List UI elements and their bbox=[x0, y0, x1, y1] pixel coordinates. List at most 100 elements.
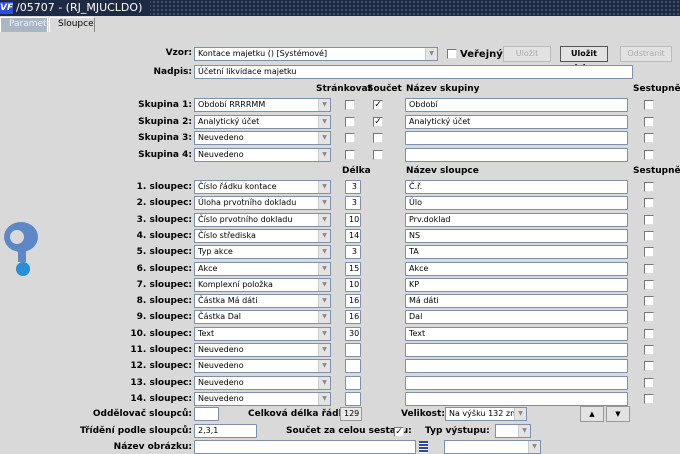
desc-checkbox[interactable] bbox=[644, 312, 654, 323]
chevron-down-icon: ▼ bbox=[518, 425, 530, 437]
column-name-input[interactable] bbox=[405, 343, 628, 357]
sum-checkbox[interactable] bbox=[373, 149, 383, 160]
desc-checkbox[interactable] bbox=[644, 393, 654, 404]
column-name-input[interactable]: KP bbox=[405, 277, 628, 292]
length-input[interactable]: 30 bbox=[345, 326, 361, 341]
sort-input[interactable]: 2,3,1 bbox=[194, 424, 257, 438]
length-input[interactable]: 3 bbox=[345, 245, 361, 260]
group-select[interactable]: Analytický účet ▼ bbox=[194, 114, 331, 129]
group-select[interactable]: Období RRRRMM ▼ bbox=[194, 98, 331, 112]
separator-input[interactable] bbox=[194, 407, 219, 421]
desc-checkbox[interactable] bbox=[644, 214, 654, 225]
header-column-desc: Sestupně bbox=[633, 166, 680, 176]
length-input[interactable] bbox=[345, 375, 361, 390]
tab-parametry[interactable]: Parametry bbox=[0, 17, 56, 32]
desc-checkbox[interactable] bbox=[644, 247, 654, 258]
image-select[interactable]: ▼ bbox=[444, 440, 541, 454]
column-name-input[interactable] bbox=[405, 391, 628, 406]
page-checkbox[interactable] bbox=[345, 100, 355, 110]
length-input[interactable]: 3 bbox=[345, 180, 361, 194]
column-select[interactable]: Úloha prvotního dokladu ▼ bbox=[194, 196, 331, 211]
remove-button[interactable]: Odstranit bbox=[620, 46, 672, 62]
desc-checkbox[interactable] bbox=[644, 133, 654, 143]
length-input[interactable]: 10 bbox=[345, 212, 361, 227]
save-as-button[interactable]: Uložit jako bbox=[560, 46, 608, 72]
heading-input[interactable]: Účetní likvidace majetku bbox=[194, 65, 633, 79]
image-input[interactable] bbox=[194, 440, 416, 454]
move-down-button[interactable]: ▼ bbox=[606, 406, 630, 422]
column-name-input[interactable]: Akce bbox=[405, 261, 628, 276]
column-name-input[interactable]: Prv.doklad bbox=[405, 212, 628, 227]
group-select[interactable]: Neuvedeno ▼ bbox=[194, 147, 331, 162]
column-select[interactable]: Částka Má dáti ▼ bbox=[194, 294, 331, 309]
page-checkbox[interactable] bbox=[345, 149, 355, 160]
desc-checkbox[interactable] bbox=[644, 116, 654, 127]
length-input[interactable] bbox=[345, 359, 361, 374]
page-checkbox[interactable] bbox=[345, 116, 355, 127]
desc-checkbox[interactable] bbox=[644, 345, 654, 355]
column-name-input[interactable]: TA bbox=[405, 245, 628, 260]
group-name-input[interactable] bbox=[405, 131, 628, 145]
column-select[interactable]: Akce ▼ bbox=[194, 261, 331, 276]
column-name-input[interactable]: Má dáti bbox=[405, 294, 628, 309]
desc-checkbox[interactable] bbox=[644, 377, 654, 388]
length-input[interactable]: 16 bbox=[345, 310, 361, 325]
column-select[interactable]: Neuvedeno ▼ bbox=[194, 375, 331, 390]
move-up-button[interactable]: ▲ bbox=[580, 406, 604, 422]
save-button[interactable]: Uložit bbox=[503, 46, 551, 62]
desc-checkbox[interactable] bbox=[644, 296, 654, 307]
help-icon[interactable] bbox=[2, 218, 46, 278]
list-icon[interactable] bbox=[419, 441, 428, 453]
desc-checkbox[interactable] bbox=[644, 230, 654, 241]
public-checkbox[interactable] bbox=[447, 49, 457, 59]
column-name-input[interactable]: Text bbox=[405, 326, 628, 341]
column-select[interactable]: Neuvedeno ▼ bbox=[194, 391, 331, 406]
chevron-down-icon: ▼ bbox=[318, 262, 330, 275]
desc-checkbox[interactable] bbox=[644, 198, 654, 209]
column-select[interactable]: Číslo střediska ▼ bbox=[194, 228, 331, 243]
sum-checkbox[interactable]: ✓ bbox=[373, 116, 383, 127]
column-name-input[interactable]: Úlo bbox=[405, 196, 628, 211]
column-label: 2. sloupec: bbox=[136, 198, 192, 209]
length-input[interactable]: 3 bbox=[345, 196, 361, 211]
length-input[interactable]: 14 bbox=[345, 228, 361, 243]
column-name-input[interactable]: Dal bbox=[405, 310, 628, 325]
column-name-input[interactable] bbox=[405, 359, 628, 374]
tab-sloupce[interactable]: Sloupce bbox=[49, 17, 95, 32]
desc-checkbox[interactable] bbox=[644, 149, 654, 160]
length-input[interactable] bbox=[345, 391, 361, 406]
length-input[interactable] bbox=[345, 343, 361, 357]
desc-checkbox[interactable] bbox=[644, 263, 654, 274]
group-name-input[interactable] bbox=[405, 147, 628, 162]
column-name-input[interactable] bbox=[405, 375, 628, 390]
sum-checkbox[interactable] bbox=[373, 133, 383, 143]
column-name-input[interactable]: Č.ř. bbox=[405, 180, 628, 194]
column-select[interactable]: Neuvedeno ▼ bbox=[194, 343, 331, 357]
desc-checkbox[interactable] bbox=[644, 328, 654, 339]
column-select[interactable]: Komplexní položka ▼ bbox=[194, 277, 331, 292]
desc-checkbox[interactable] bbox=[644, 361, 654, 372]
column-select[interactable]: Číslo řádku kontace ▼ bbox=[194, 180, 331, 194]
length-input[interactable]: 16 bbox=[345, 294, 361, 309]
group-select-value: Neuvedeno bbox=[198, 149, 244, 159]
column-name-input[interactable]: NS bbox=[405, 228, 628, 243]
desc-checkbox[interactable] bbox=[644, 182, 654, 192]
page-checkbox[interactable] bbox=[345, 133, 355, 143]
grand-sum-checkbox[interactable]: ✓ bbox=[394, 427, 404, 437]
group-name-input[interactable]: Období bbox=[405, 98, 628, 112]
column-select[interactable]: Číslo prvotního dokladu ▼ bbox=[194, 212, 331, 227]
template-select[interactable]: Kontace majetku () [Systémové] ▼ bbox=[194, 47, 438, 61]
desc-checkbox[interactable] bbox=[644, 279, 654, 290]
column-select[interactable]: Částka Dal ▼ bbox=[194, 310, 331, 325]
column-select[interactable]: Typ akce ▼ bbox=[194, 245, 331, 260]
size-select[interactable]: Na výšku 132 zn. ▼ bbox=[445, 407, 527, 421]
column-select[interactable]: Text ▼ bbox=[194, 326, 331, 341]
length-input[interactable]: 10 bbox=[345, 277, 361, 292]
column-select[interactable]: Neuvedeno ▼ bbox=[194, 359, 331, 374]
group-select[interactable]: Neuvedeno ▼ bbox=[194, 131, 331, 145]
output-type-select[interactable]: ▼ bbox=[495, 424, 531, 438]
group-name-input[interactable]: Analytický účet bbox=[405, 114, 628, 129]
sum-checkbox[interactable]: ✓ bbox=[373, 100, 383, 110]
length-input[interactable]: 15 bbox=[345, 261, 361, 276]
desc-checkbox[interactable] bbox=[644, 100, 654, 110]
